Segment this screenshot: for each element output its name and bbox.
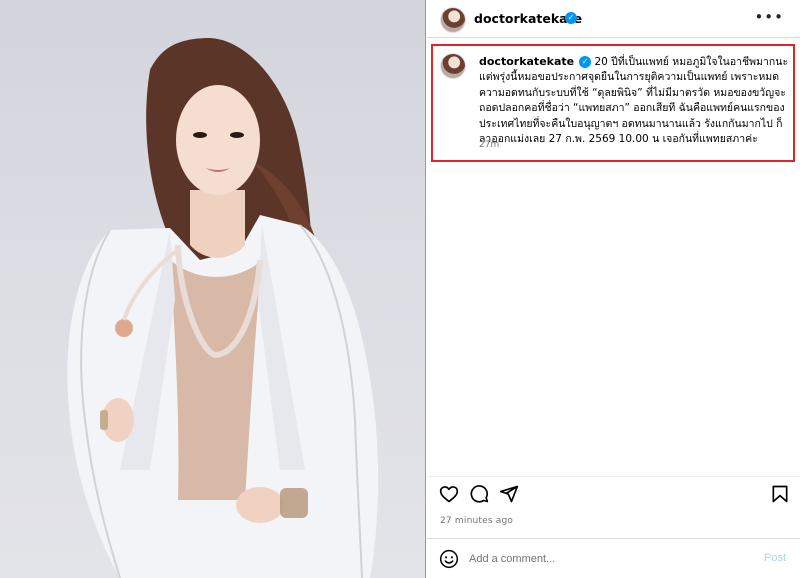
comment-bar: Post bbox=[427, 538, 800, 578]
post-details-panel: doctorkatekate ✓ ••• doctorkatekate ✓ 20 … bbox=[427, 0, 800, 578]
verified-badge-icon: ✓ bbox=[565, 12, 577, 24]
caption-relative-time: 27m bbox=[479, 140, 500, 150]
comment-icon[interactable] bbox=[469, 484, 489, 504]
avatar[interactable] bbox=[440, 7, 466, 33]
caption-avatar[interactable] bbox=[440, 53, 466, 79]
doctor-portrait-illustration bbox=[67, 38, 379, 578]
post-photo[interactable] bbox=[0, 0, 426, 578]
post-header: doctorkatekate ✓ ••• bbox=[427, 0, 800, 38]
caption-username[interactable]: doctorkatekate bbox=[479, 55, 574, 68]
bookmark-icon[interactable] bbox=[770, 484, 790, 504]
post-caption: doctorkatekate ✓ 20 ปีที่เป็นแพทย์ หมอภูม… bbox=[479, 54, 789, 147]
comment-input[interactable] bbox=[469, 548, 739, 570]
post-timestamp: 27 minutes ago bbox=[440, 516, 514, 526]
post-action-bar bbox=[427, 476, 800, 510]
caption-verified-badge-icon: ✓ bbox=[579, 56, 592, 68]
caption-text: 20 ปีที่เป็นแพทย์ หมอภูมิใจในอาชีพมากนะ … bbox=[479, 56, 789, 146]
post-comment-button[interactable]: Post bbox=[764, 552, 786, 564]
share-icon[interactable] bbox=[499, 484, 519, 504]
more-horizontal-icon[interactable]: ••• bbox=[754, 10, 784, 25]
emoji-icon[interactable] bbox=[439, 549, 459, 569]
heart-icon[interactable] bbox=[439, 484, 459, 504]
